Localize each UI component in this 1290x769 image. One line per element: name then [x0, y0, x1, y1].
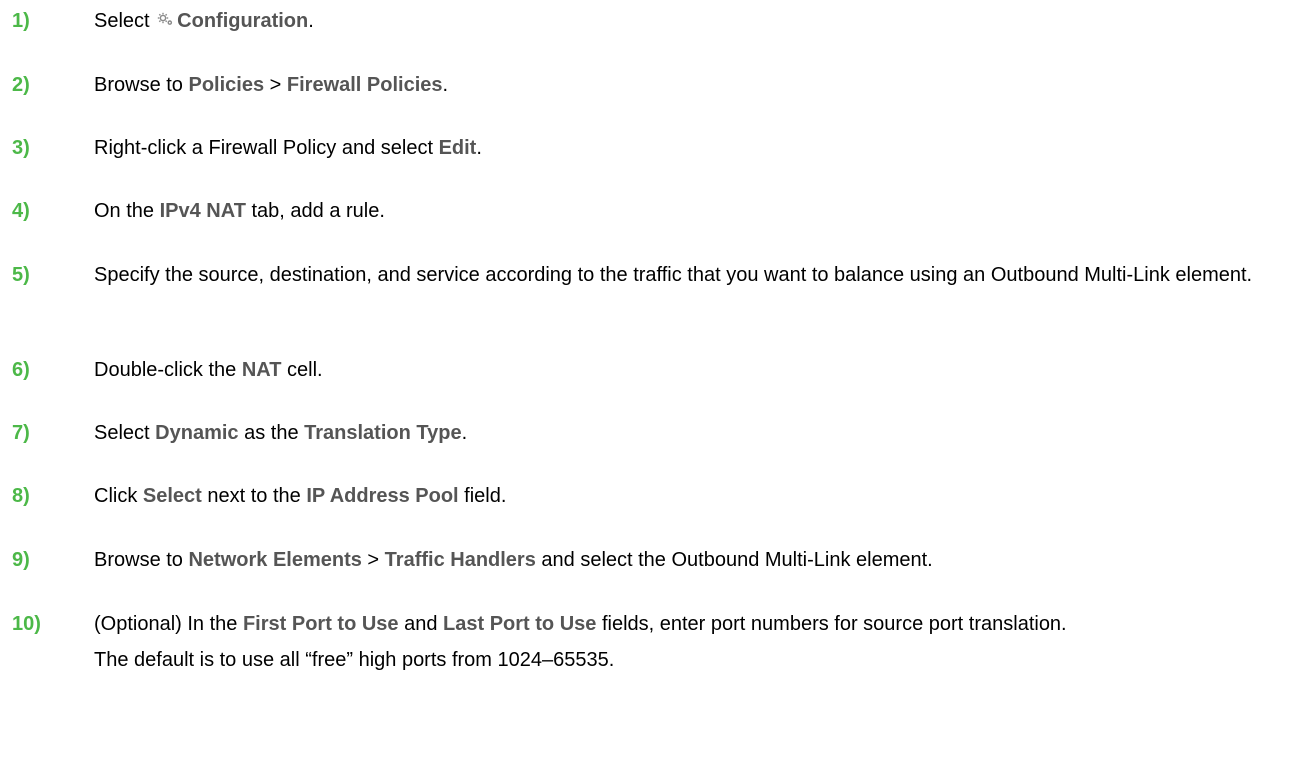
step-number: 2) [12, 74, 30, 96]
ui-term: Policies [188, 74, 265, 96]
ui-term: Configuration [177, 10, 309, 32]
step-number: 7) [12, 422, 30, 444]
step-number: 3) [12, 137, 30, 159]
step-number: 9) [12, 549, 30, 571]
step-text: Double-click the NAT cell. [94, 359, 323, 381]
ui-term: NAT [241, 359, 282, 381]
step-text: On the IPv4 NAT tab, add a rule. [94, 200, 385, 222]
step-text: Select Dynamic as the Translation Type. [94, 422, 468, 444]
step-number: 4) [12, 200, 30, 222]
step-text: Right-click a Firewall Policy and select… [94, 137, 482, 159]
ui-term: IPv4 NAT [159, 200, 246, 222]
ui-term: Translation Type [304, 422, 462, 444]
ui-term: Select [142, 485, 202, 507]
step-text: Browse to Policies > Firewall Policies. [94, 74, 449, 96]
ui-term: Dynamic [155, 422, 239, 444]
step-number: 5) [12, 264, 30, 286]
step-text: (Optional) In the First Port to Use and … [94, 609, 1274, 675]
ui-term: Edit [438, 137, 477, 159]
step-number: 1) [12, 10, 30, 32]
step-number: 10) [12, 613, 41, 635]
step-number: 8) [12, 485, 30, 507]
step-text: Click Select next to the IP Address Pool… [94, 485, 507, 507]
ui-term: Last Port to Use [443, 613, 597, 635]
ui-term: First Port to Use [242, 613, 399, 635]
step-text: Specify the source, destination, and ser… [94, 264, 1253, 286]
ui-term: Network Elements [188, 549, 362, 571]
ui-term: Firewall Policies [286, 74, 443, 96]
ui-term: IP Address Pool [306, 485, 459, 507]
step-text: Browse to Network Elements > Traffic Han… [94, 549, 933, 571]
step-text: Select Configuration. [94, 6, 1274, 37]
step-note: The default is to use all “free” high po… [94, 649, 615, 671]
ui-term: Traffic Handlers [384, 549, 536, 571]
gear-icon [157, 5, 173, 35]
step-number: 6) [12, 359, 30, 381]
